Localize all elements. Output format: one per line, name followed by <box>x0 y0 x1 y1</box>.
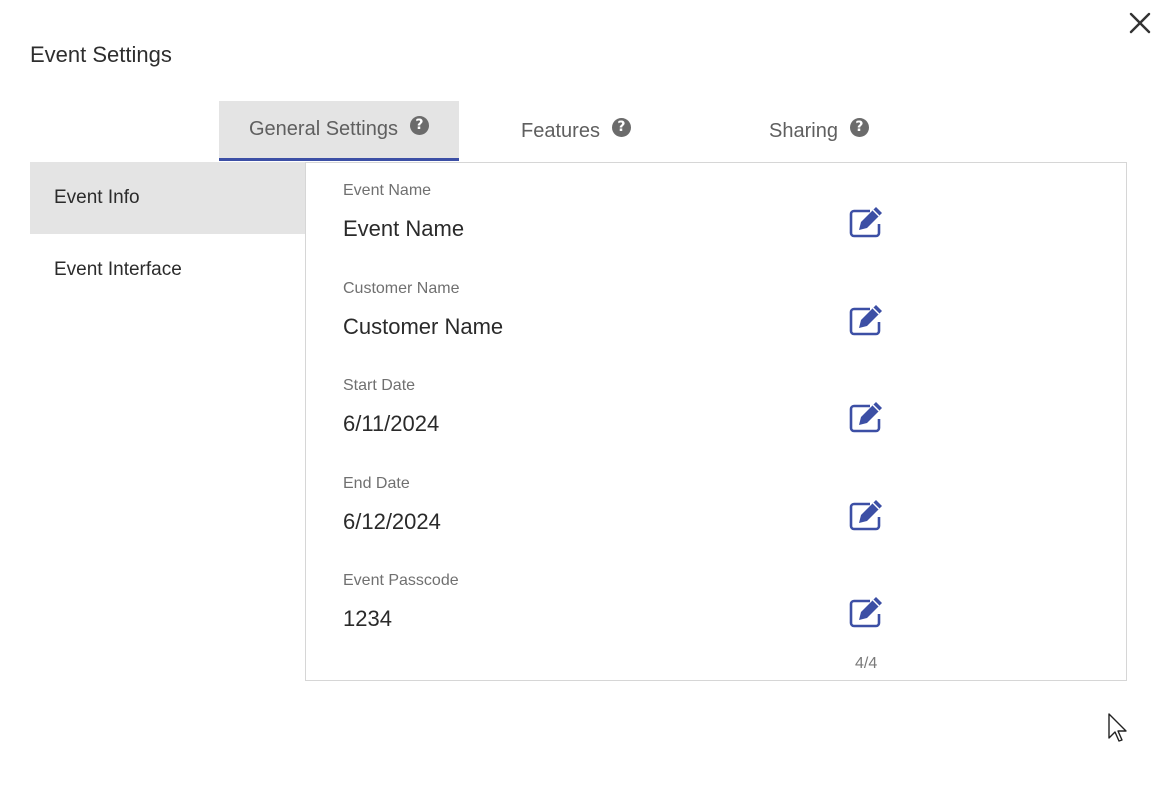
tab-label: Sharing <box>769 119 838 142</box>
page-indicator: 4/4 <box>855 655 878 672</box>
event-passcode-field: Event Passcode 1234 <box>343 572 888 652</box>
edit-end-date-button[interactable] <box>846 498 886 532</box>
tab-label: General Settings <box>249 118 398 140</box>
edit-icon <box>849 402 882 433</box>
start-date-field: Start Date 6/11/2024 <box>343 377 888 457</box>
end-date-field: End Date 6/12/2024 <box>343 475 888 555</box>
dialog-title: Event Settings <box>30 42 172 67</box>
event-info-panel: Event Name Event Name Customer Name Cust… <box>305 162 1127 681</box>
settings-tabs: General Settings ? Features ? Sharing ? <box>219 101 945 161</box>
sidebar: Event Info Event Interface <box>30 162 305 306</box>
edit-start-date-button[interactable] <box>846 400 886 434</box>
field-value: Customer Name <box>343 314 504 339</box>
edit-icon <box>849 305 882 336</box>
tab-general-settings[interactable]: General Settings ? <box>219 101 459 161</box>
mouse-pointer-icon <box>1108 713 1127 742</box>
field-label: Event Passcode <box>343 572 459 589</box>
field-label: Event Name <box>343 182 432 199</box>
edit-icon <box>849 500 882 531</box>
close-button[interactable] <box>1125 8 1155 38</box>
edit-icon <box>849 207 882 238</box>
field-label: Start Date <box>343 377 416 394</box>
event-settings-dialog: Event Settings General Settings ? Featur… <box>0 0 1164 791</box>
sidebar-item-event-info[interactable]: Event Info <box>30 162 305 234</box>
question-circle-icon[interactable]: ? <box>611 117 631 137</box>
event-name-field: Event Name Event Name <box>343 182 888 262</box>
tab-label: Features <box>521 119 600 142</box>
close-icon <box>1129 12 1151 34</box>
edit-event-name-button[interactable] <box>846 205 886 239</box>
edit-event-passcode-button[interactable] <box>846 595 886 629</box>
customer-name-field: Customer Name Customer Name <box>343 280 888 360</box>
field-value: Event Name <box>343 216 465 241</box>
sidebar-item-event-interface[interactable]: Event Interface <box>30 234 305 306</box>
field-value: 1234 <box>343 606 392 631</box>
field-label: Customer Name <box>343 280 460 297</box>
field-value: 6/11/2024 <box>343 411 440 436</box>
edit-icon <box>849 597 882 628</box>
tab-features[interactable]: Features ? <box>459 101 693 161</box>
question-circle-icon[interactable]: ? <box>849 117 869 137</box>
field-label: End Date <box>343 475 410 492</box>
edit-customer-name-button[interactable] <box>846 303 886 337</box>
question-circle-icon[interactable]: ? <box>409 116 429 135</box>
tab-sharing[interactable]: Sharing ? <box>693 101 945 161</box>
field-value: 6/12/2024 <box>343 509 441 534</box>
